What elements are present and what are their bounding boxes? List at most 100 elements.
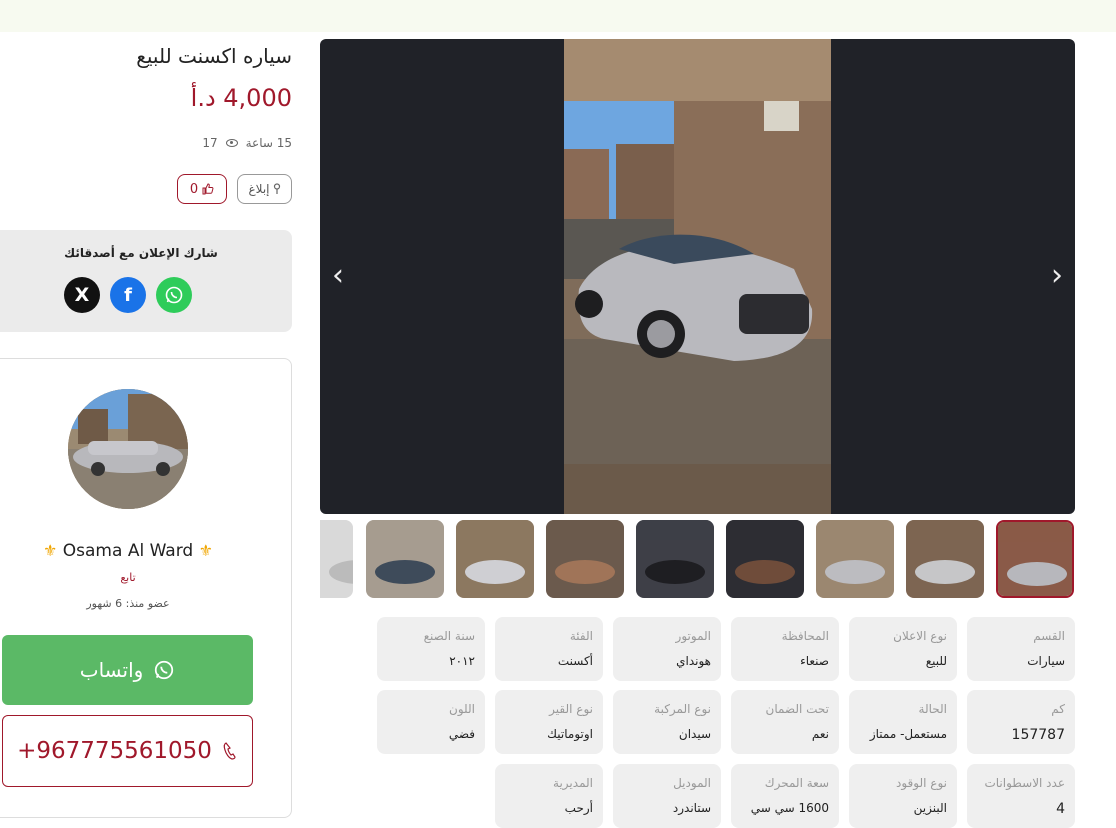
spec-value: اوتوماتيك — [547, 727, 593, 741]
thumbnail-strip — [320, 519, 1075, 599]
spec-item: القسم سيارات — [967, 617, 1075, 681]
spec-item: الموديل ستاندرد — [613, 764, 721, 828]
whatsapp-button[interactable]: واتساب — [2, 635, 253, 705]
spec-value: ٢٠١٢ — [449, 654, 475, 668]
spec-label: الموديل — [673, 776, 711, 790]
spec-item: كم 157787 — [967, 690, 1075, 754]
whatsapp-icon — [165, 286, 183, 304]
next-photo-arrow[interactable]: › — [1045, 261, 1069, 291]
whatsapp-label: واتساب — [79, 658, 144, 682]
spec-item: المحافظة صنعاء — [731, 617, 839, 681]
spec-item: تحت الضمان نعم — [731, 690, 839, 754]
report-label: إبلاغ — [248, 182, 270, 196]
facebook-icon: f — [124, 284, 132, 306]
spec-label: المحافظة — [781, 629, 829, 643]
spec-item: سعة المحرك 1600 سي سي — [731, 764, 839, 828]
thumbnail[interactable] — [320, 520, 353, 598]
spec-value: 4 — [1056, 801, 1065, 817]
follow-link[interactable]: تابع — [0, 571, 256, 584]
seller-name[interactable]: ⚜ Osama Al Ward ⚜ — [0, 541, 256, 561]
spec-item: الفئة أكسنت — [495, 617, 603, 681]
thumbnail[interactable] — [546, 520, 624, 598]
x-icon: X — [74, 284, 90, 306]
thumbnail[interactable] — [996, 520, 1074, 598]
spec-value: أرحب — [564, 801, 593, 815]
thumbs-up-icon — [202, 183, 214, 195]
report-button[interactable]: إبلاغ — [237, 174, 292, 204]
spec-item: اللون فضي — [377, 690, 485, 754]
main-photo[interactable] — [564, 39, 831, 514]
spec-value: ستاندرد — [672, 801, 711, 815]
spec-item: الموتور هونداي — [613, 617, 721, 681]
spec-label: الفئة — [569, 629, 593, 643]
spec-item: عدد الاسطوانات 4 — [967, 764, 1075, 828]
spec-value: سيارات — [1027, 654, 1065, 668]
share-box: شارك الإعلان مع أصدقائك X f — [0, 230, 292, 332]
spec-value: مستعمل- ممتاز — [869, 727, 947, 741]
spec-value: أكسنت — [557, 654, 593, 668]
listing-meta: 15 ساعة 17 — [202, 136, 292, 150]
share-title: شارك الإعلان مع أصدقائك — [64, 246, 218, 260]
spec-item: نوع الاعلان للبيع — [849, 617, 957, 681]
spec-label: كم — [1051, 702, 1065, 716]
posted-time: 15 ساعة — [245, 136, 292, 150]
thumbnail[interactable] — [726, 520, 804, 598]
spec-item: نوع الوقود البنزين — [849, 764, 957, 828]
view-count: 17 — [202, 136, 218, 150]
thumbnail[interactable] — [636, 520, 714, 598]
spec-label: اللون — [449, 702, 475, 716]
spec-label: القسم — [1033, 629, 1065, 643]
seller-name-text: Osama Al Ward — [62, 541, 194, 561]
spec-value: نعم — [811, 727, 829, 741]
spec-value: 157787 — [1011, 727, 1065, 743]
spec-item: الحالة مستعمل- ممتاز — [849, 690, 957, 754]
spec-item: نوع القير اوتوماتيك — [495, 690, 603, 754]
listing-price: 4,000 د.أ — [190, 84, 292, 112]
member-since: عضو منذ: 6 شهور — [86, 597, 170, 610]
top-bar — [0, 0, 1116, 32]
fleur-icon: ⚜ — [43, 541, 58, 560]
spec-label: الحالة — [918, 702, 947, 716]
spec-item: نوع المركبة سيدان — [613, 690, 721, 754]
spec-label: سنة الصنع — [423, 629, 475, 643]
phone-button[interactable]: +967775561050 — [2, 715, 253, 787]
spec-label: الموتور — [675, 629, 711, 643]
spec-value: فضي — [448, 727, 475, 741]
seller-card: ⚜ Osama Al Ward ⚜ تابع عضو منذ: 6 شهور و… — [0, 358, 292, 818]
x-share-button[interactable]: X — [64, 277, 100, 313]
thumbnail[interactable] — [456, 520, 534, 598]
spec-value: البنزين — [913, 801, 947, 815]
whatsapp-icon — [155, 660, 174, 680]
photo-gallery[interactable]: ‹ › — [320, 39, 1075, 514]
thumbnail[interactable] — [816, 520, 894, 598]
phone-number: +967775561050 — [17, 738, 212, 764]
spec-value: للبيع — [925, 654, 947, 668]
spec-label: نوع الاعلان — [893, 629, 947, 643]
spec-value: سيدان — [678, 727, 711, 741]
listing-title: سياره اكسنت للبيع — [136, 44, 292, 68]
spec-label: نوع المركبة — [654, 702, 711, 716]
fleur-icon: ⚜ — [198, 541, 213, 560]
facebook-share-button[interactable]: f — [110, 277, 146, 313]
spec-label: نوع القير — [549, 702, 593, 716]
spec-value: 1600 سي سي — [750, 801, 829, 815]
spec-label: عدد الاسطوانات — [984, 776, 1065, 790]
spec-label: سعة المحرك — [764, 776, 829, 790]
whatsapp-share-button[interactable] — [156, 277, 192, 313]
spec-value: صنعاء — [800, 654, 829, 668]
phone-icon — [223, 742, 236, 760]
spec-item: المديرية أرحب — [495, 764, 603, 828]
spec-label: نوع الوقود — [896, 776, 947, 790]
thumbnail[interactable] — [906, 520, 984, 598]
like-button[interactable]: 0 — [177, 174, 227, 204]
like-count: 0 — [189, 181, 199, 197]
seller-avatar[interactable] — [68, 389, 188, 509]
spec-label: المديرية — [553, 776, 593, 790]
eye-icon — [225, 139, 238, 147]
spec-value: هونداي — [676, 654, 711, 668]
spec-label: تحت الضمان — [765, 702, 830, 716]
spec-item: سنة الصنع ٢٠١٢ — [377, 617, 485, 681]
prev-photo-arrow[interactable]: ‹ — [326, 261, 350, 291]
thumbnail[interactable] — [366, 520, 444, 598]
pin-icon — [273, 183, 280, 194]
